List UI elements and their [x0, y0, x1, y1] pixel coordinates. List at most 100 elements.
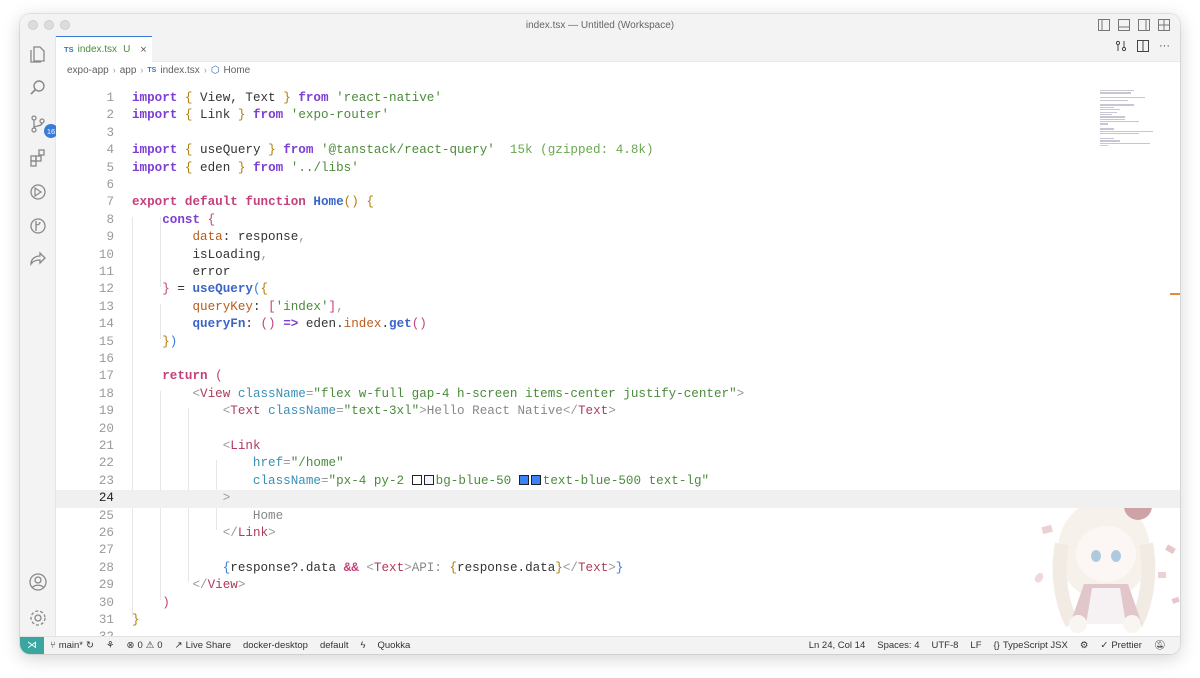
- zoom-window-button[interactable]: [60, 20, 70, 30]
- code-line[interactable]: 22 href="/home": [56, 455, 1180, 472]
- search-icon[interactable]: [26, 76, 50, 100]
- code-line[interactable]: 28 {response?.data && <Text>API: {respon…: [56, 560, 1180, 577]
- breadcrumb-symbol[interactable]: Home: [224, 65, 251, 76]
- code-line[interactable]: 2 import { Link } from 'expo-router': [56, 107, 1180, 124]
- code-line[interactable]: 8 const {: [56, 212, 1180, 229]
- toggle-sidebar-icon[interactable]: [1098, 18, 1110, 36]
- breadcrumb-folder-app[interactable]: app: [120, 65, 137, 76]
- code-line[interactable]: 14 queryFn: () => eden.index.get(): [56, 316, 1180, 333]
- window-title: index.tsx — Untitled (Workspace): [525, 19, 675, 31]
- code-line[interactable]: 25 Home: [56, 508, 1180, 525]
- code-token: '../libs': [290, 160, 359, 175]
- code-line[interactable]: 9 data: response,: [56, 229, 1180, 246]
- code-line[interactable]: 3: [56, 125, 1180, 142]
- code-line[interactable]: 24 >: [56, 490, 1180, 508]
- code-token: response?.data: [230, 560, 344, 575]
- tab-close-icon[interactable]: ×: [140, 44, 146, 56]
- layout-controls: [1098, 18, 1170, 36]
- code-line[interactable]: 17 return (: [56, 368, 1180, 385]
- remote-explorer-icon[interactable]: [26, 180, 50, 204]
- split-editor-icon[interactable]: [1137, 40, 1149, 55]
- code-line[interactable]: 10 isLoading,: [56, 247, 1180, 264]
- extensions-icon[interactable]: [26, 146, 50, 170]
- code-token: queryFn: [192, 317, 246, 332]
- code-line[interactable]: 29 </View>: [56, 577, 1180, 594]
- tab-index-tsx[interactable]: TS index.tsx U ×: [56, 36, 152, 62]
- code-token: >: [736, 386, 745, 401]
- git-graph-status-icon[interactable]: ⚘: [106, 640, 115, 651]
- remote-indicator-icon[interactable]: ⋊: [20, 636, 44, 654]
- code-line[interactable]: 21 <Link: [56, 438, 1180, 455]
- code-line[interactable]: 16: [56, 351, 1180, 368]
- more-actions-icon[interactable]: ···: [1159, 40, 1170, 55]
- open-changes-icon[interactable]: [1115, 40, 1127, 55]
- code-line[interactable]: 13 queryKey: ['index'],: [56, 299, 1180, 316]
- line-number: 24: [98, 491, 114, 506]
- language-mode[interactable]: {} TypeScript JSX: [994, 640, 1068, 651]
- live-share-status[interactable]: ↗ Live Share: [175, 640, 231, 651]
- color-swatch[interactable]: [530, 474, 541, 485]
- line-number: 20: [98, 421, 114, 436]
- code-line[interactable]: 19 <Text className="text-3xl">Hello Reac…: [56, 403, 1180, 420]
- chevron-right-icon: ›: [140, 65, 144, 75]
- line-number: 30: [98, 595, 114, 610]
- line-number: 11: [98, 265, 114, 279]
- code-line[interactable]: 12 } = useQuery({: [56, 281, 1180, 298]
- code-line[interactable]: 4 import { useQuery } from '@tanstack/rea…: [56, 142, 1180, 159]
- code-line[interactable]: 26 </Link>: [56, 525, 1180, 542]
- git-graph-icon[interactable]: [26, 214, 50, 238]
- customize-layout-icon[interactable]: [1158, 18, 1170, 36]
- settings-gear-icon[interactable]: [26, 606, 50, 630]
- docker-context[interactable]: docker-desktop: [243, 640, 308, 651]
- indentation[interactable]: Spaces: 4: [877, 640, 919, 651]
- code-line[interactable]: 7 export default function Home() {: [56, 194, 1180, 211]
- code-token: >: [419, 404, 427, 419]
- code-line[interactable]: 20: [56, 421, 1180, 438]
- quokka-status[interactable]: Quokka: [378, 640, 411, 651]
- profile-indicator[interactable]: default: [320, 640, 349, 651]
- problems-indicator[interactable]: ⊗ 0 ⚠ 0: [127, 640, 163, 651]
- source-control-icon[interactable]: 16: [26, 112, 58, 138]
- code-line[interactable]: 30 ): [56, 595, 1180, 612]
- breadcrumb-file[interactable]: index.tsx: [160, 65, 199, 76]
- end-of-line[interactable]: LF: [970, 640, 981, 651]
- branch-indicator[interactable]: ⑂ main* ↻: [50, 640, 94, 651]
- code-line[interactable]: 31}: [56, 612, 1180, 629]
- line-number: 6: [106, 178, 114, 192]
- live-share-icon[interactable]: [26, 248, 50, 272]
- toggle-secondary-sidebar-icon[interactable]: [1138, 18, 1150, 36]
- plug-icon[interactable]: ϟ: [360, 640, 365, 651]
- git-branch-icon: ⑂: [50, 640, 56, 651]
- code-token: (): [260, 317, 276, 332]
- color-swatch[interactable]: [423, 474, 434, 485]
- code-editor[interactable]: 1 import { View, Text } from 'react-nativ…: [56, 78, 1180, 636]
- cursor-position[interactable]: Ln 24, Col 14: [809, 640, 866, 651]
- code-line[interactable]: 5 import { eden } from '../libs': [56, 160, 1180, 177]
- code-line[interactable]: 27: [56, 542, 1180, 559]
- line-number: 7: [106, 195, 114, 210]
- breadcrumb-folder-expo-app[interactable]: expo-app: [67, 65, 109, 76]
- prettier-status[interactable]: ✓ Prettier: [1100, 640, 1142, 651]
- line-number: 3: [106, 125, 114, 140]
- code-line[interactable]: 18 <View className="flex w-full gap-4 h-…: [56, 386, 1180, 403]
- code-line[interactable]: 6: [56, 177, 1180, 194]
- code-line[interactable]: 23 className="px-4 py-2 bg-blue-50 text-…: [56, 473, 1180, 490]
- notifications-bell-icon[interactable]: 🔕︎: [1154, 640, 1166, 651]
- close-window-button[interactable]: [28, 20, 38, 30]
- minimize-window-button[interactable]: [44, 20, 54, 30]
- code-line[interactable]: 15 }): [56, 334, 1180, 351]
- code-line[interactable]: 1 import { View, Text } from 'react-nativ…: [56, 90, 1180, 107]
- code-text: } = useQuery({: [132, 281, 268, 298]
- explorer-icon[interactable]: [26, 42, 50, 66]
- color-swatch[interactable]: [411, 474, 422, 485]
- toggle-panel-icon[interactable]: [1118, 18, 1130, 36]
- settings-sync-icon[interactable]: ⚙: [1080, 640, 1089, 651]
- account-icon[interactable]: [26, 570, 50, 594]
- code-line[interactable]: 32: [56, 629, 1180, 636]
- code-line[interactable]: 11 error: [56, 264, 1180, 281]
- color-swatch[interactable]: [518, 474, 529, 485]
- encoding[interactable]: UTF-8: [931, 640, 958, 651]
- code-token: >: [268, 526, 276, 540]
